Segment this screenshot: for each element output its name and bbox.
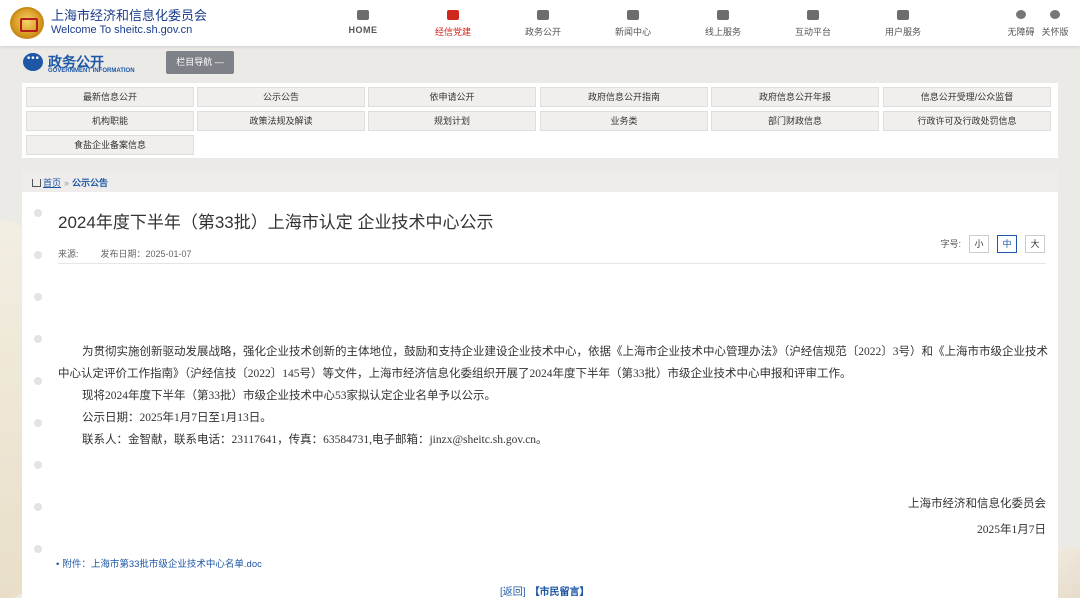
timeline-dot: [34, 251, 42, 259]
chat-bubble-icon: [537, 10, 549, 20]
font-size-medium-button[interactable]: 中: [997, 235, 1017, 253]
nav-home-label: HOME: [348, 25, 378, 35]
category-button[interactable]: 规划计划: [368, 111, 536, 131]
attachment-label: 附件：上海市第33批市级企业技术中心名单.doc: [62, 559, 262, 570]
column-navigation-button[interactable]: 栏目导航 —: [166, 51, 234, 74]
site-header: 上海市经济和信息化委员会 Welcome To sheitc.sh.gov.cn…: [0, 0, 1080, 46]
signature-date: 2025年1月7日: [977, 524, 1046, 536]
font-size-selector: 字号: 小中大: [940, 235, 1045, 253]
grid-icon: [807, 10, 819, 20]
care-mode-label: 关怀版: [1041, 27, 1069, 37]
category-button[interactable]: 食盐企业备案信息: [26, 135, 194, 155]
timeline-dot: [34, 461, 42, 469]
publish-date: 发布日期：2025-01-07: [100, 249, 192, 259]
article-paragraph: 为贯彻实施创新驱动发展战略，强化企业技术创新的主体地位，鼓励和支持企业建设企业技…: [58, 346, 1048, 380]
category-button[interactable]: 政府信息公开指南: [540, 87, 708, 107]
category-button[interactable]: 依申请公开: [368, 87, 536, 107]
breadcrumb-bar: 首页» 公示公告: [22, 171, 1058, 192]
nav-news-label: 新闻中心: [614, 27, 651, 37]
nav-user-services[interactable]: 用户服务: [858, 8, 948, 38]
timeline-dot: [34, 335, 42, 343]
timeline-dot: [34, 419, 42, 427]
breadcrumb-current[interactable]: 公示公告: [72, 178, 108, 188]
home-icon: [357, 10, 369, 20]
users-icon: [717, 10, 729, 20]
category-button[interactable]: 部门财政信息: [711, 111, 879, 131]
bullet-icon: •: [56, 559, 60, 570]
home-icon: [32, 179, 41, 187]
bottom-links: [返回] 【市民留言】: [500, 583, 590, 598]
font-size-large-button[interactable]: 大: [1025, 235, 1045, 253]
signature-organization: 上海市经济和信息化委员会: [908, 498, 1046, 510]
breadcrumb-home-link[interactable]: 首页: [43, 178, 61, 188]
nav-gov-affairs-label: 政务公开: [524, 27, 561, 37]
nav-gov-affairs[interactable]: 政务公开: [498, 8, 588, 38]
article-title: 2024年度下半年（第33批）上海市认定 企业技术中心公示: [58, 213, 494, 232]
citizen-message-link[interactable]: 【市民留言】: [530, 587, 590, 598]
article-meta: 来源: 发布日期：2025-01-07: [58, 247, 192, 260]
news-icon: [627, 10, 639, 20]
accessibility-icon: [1016, 10, 1026, 19]
accessibility-links: 无障碍 关怀版: [1002, 10, 1070, 39]
timeline-dot: [34, 293, 42, 301]
category-button[interactable]: 信息公开受理/公众监督: [883, 87, 1051, 107]
nav-news[interactable]: 新闻中心: [588, 8, 678, 38]
article-panel: 首页» 公示公告 2024年度下半年（第33批）上海市认定 企业技术中心公示 来源…: [22, 171, 1058, 598]
nav-user-services-label: 用户服务: [884, 27, 921, 37]
article-paragraph: 联系人：金智献，联系电话：23117641，传真：63584731,电子邮箱：j…: [82, 434, 548, 446]
category-button[interactable]: 政策法规及解读: [197, 111, 365, 131]
care-icon: [1050, 10, 1060, 19]
accessibility-label: 无障碍: [1007, 27, 1035, 37]
nav-interaction-label: 互动平台: [794, 27, 831, 37]
back-link[interactable]: [返回]: [500, 587, 526, 598]
category-button[interactable]: 机构职能: [26, 111, 194, 131]
accessibility-link[interactable]: 无障碍: [1006, 10, 1036, 38]
article-body: 为贯彻实施创新驱动发展战略，强化企业技术创新的主体地位，鼓励和支持企业建设企业技…: [58, 341, 1048, 451]
nav-party-building-label: 经信党建: [434, 27, 471, 37]
category-button[interactable]: 政府信息公开年报: [711, 87, 879, 107]
timeline-dot: [34, 545, 42, 553]
party-emblem-icon: [447, 10, 459, 20]
category-button[interactable]: 业务类: [540, 111, 708, 131]
article-paragraph: 现将2024年度下半年（第33批）市级企业技术中心53家拟认定企业名单予以公示。: [82, 390, 496, 402]
category-button[interactable]: 行政许可及行政处罚信息: [883, 111, 1051, 131]
chat-bubble-icon: [23, 53, 43, 71]
timeline-dot: [34, 377, 42, 385]
attachment-link[interactable]: • 附件：上海市第33批市级企业技术中心名单.doc: [56, 556, 262, 570]
category-panel: 最新信息公开 公示公告 依申请公开 政府信息公开指南 政府信息公开年报 信息公开…: [22, 83, 1058, 158]
site-subtitle: Welcome To sheitc.sh.gov.cn: [51, 24, 193, 36]
nav-home[interactable]: HOME: [318, 8, 408, 35]
breadcrumb-separator: »: [64, 178, 70, 188]
site-logo[interactable]: [10, 7, 44, 39]
timeline-dot: [34, 209, 42, 217]
source-label: 来源:: [58, 249, 79, 259]
breadcrumb: 首页» 公示公告: [32, 176, 108, 189]
nav-online-services-label: 线上服务: [704, 27, 741, 37]
article-paragraph: 公示日期：2025年1月7日至1月13日。: [82, 412, 272, 424]
gear-icon: [897, 10, 909, 20]
font-size-small-button[interactable]: 小: [969, 235, 989, 253]
meta-divider: [58, 263, 1046, 264]
care-mode-link[interactable]: 关怀版: [1040, 10, 1070, 38]
nav-party-building[interactable]: 经信党建: [408, 8, 498, 38]
timeline-dot: [34, 503, 42, 511]
category-button[interactable]: 最新信息公开: [26, 87, 194, 107]
font-size-label: 字号:: [940, 239, 961, 249]
nav-online-services[interactable]: 线上服务: [678, 8, 768, 38]
category-button[interactable]: 公示公告: [197, 87, 365, 107]
nav-interaction[interactable]: 互动平台: [768, 8, 858, 38]
site-title[interactable]: 上海市经济和信息化委员会: [51, 9, 207, 23]
section-title-en: GOVERNMENT INFORMATION: [48, 68, 135, 74]
